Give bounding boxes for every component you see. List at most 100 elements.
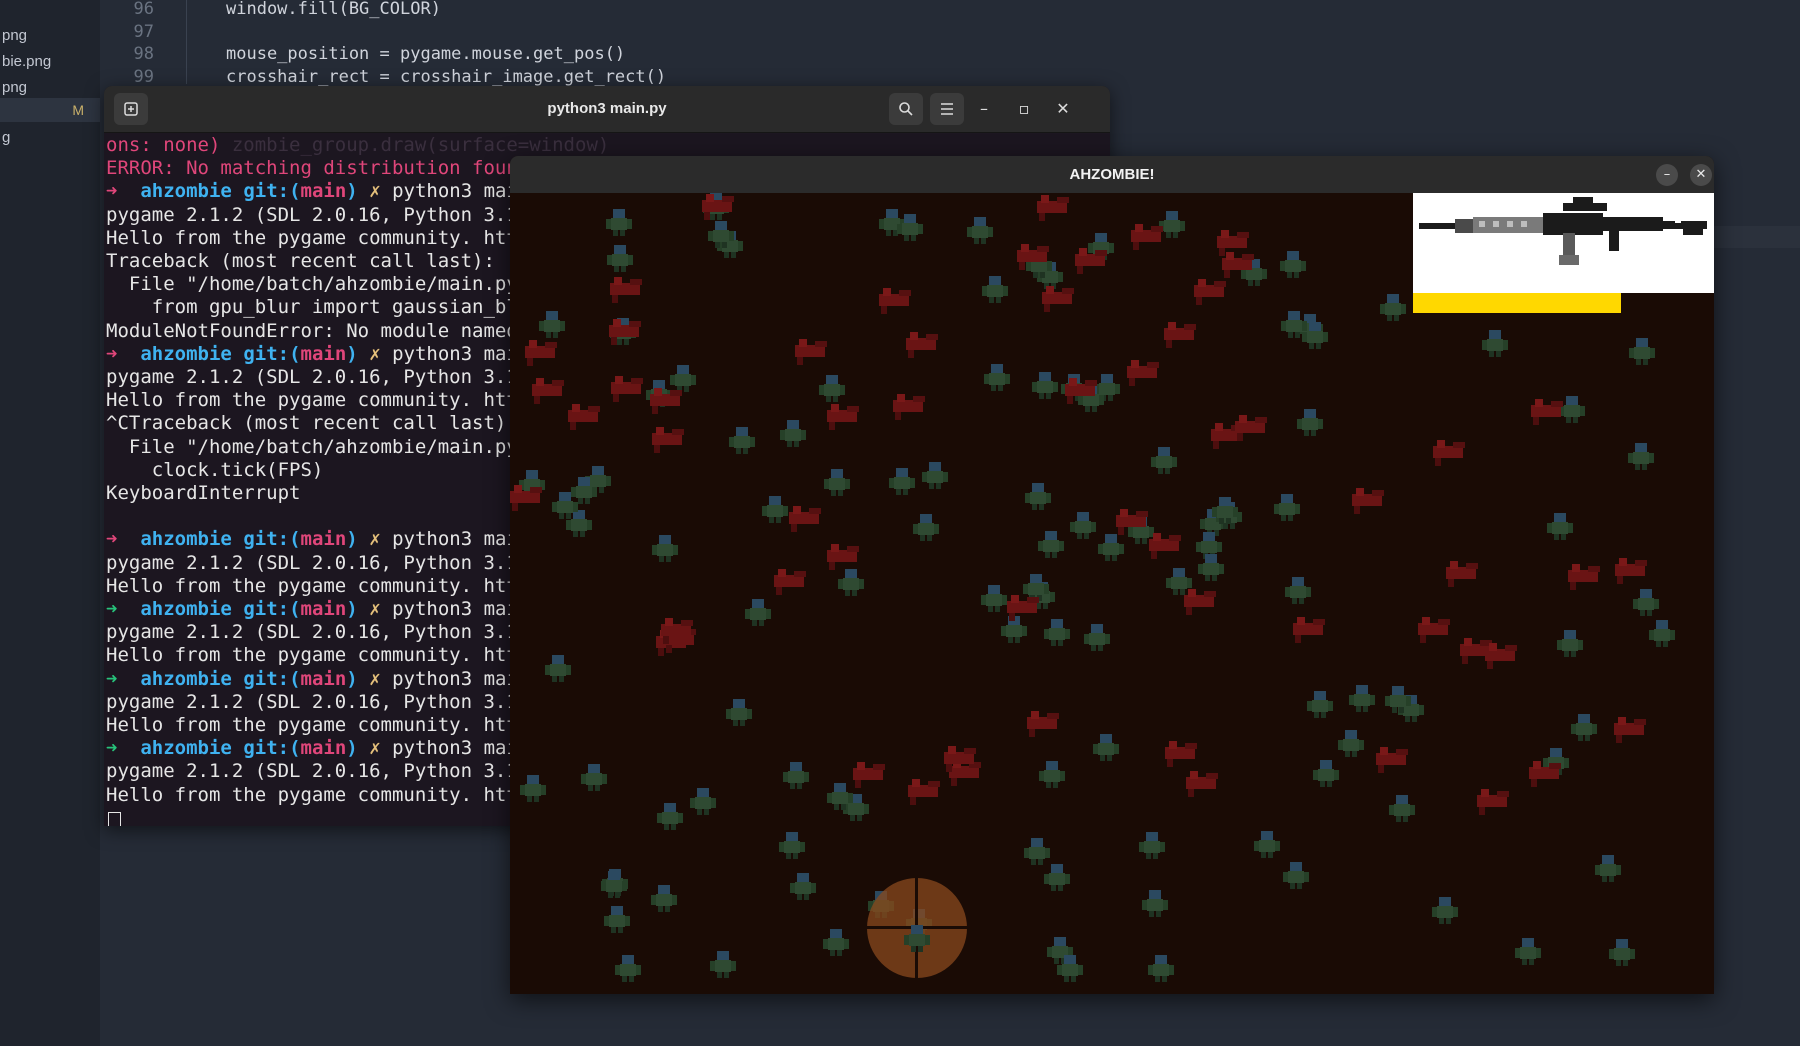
zombie-sprite (967, 217, 993, 244)
file-item[interactable]: bie.png (0, 50, 100, 74)
prompt-arrow: ➜ (106, 528, 118, 551)
file-item[interactable]: png (0, 76, 100, 100)
terminal-line-text: pygame 2.1.2 (SDL 2.0.16, Python 3.10 (106, 621, 530, 644)
file-item[interactable]: png (0, 24, 100, 48)
file-explorer-sidebar: png bie.png png Mg (0, 0, 100, 1046)
dead-zombie-sprite (525, 340, 557, 366)
prompt-arrow: ➜ (106, 342, 118, 365)
prompt-branch: main (300, 667, 347, 690)
zombie-sprite (670, 365, 696, 392)
zombie-sprite (581, 764, 607, 791)
zombie-sprite (1254, 831, 1280, 858)
zombie-sprite (652, 535, 678, 562)
prompt-directory: ahzombie (140, 598, 232, 620)
zombie-sprite (1039, 761, 1065, 788)
terminal-error-line: ons: none) zombie_group.draw(surface=win… (106, 134, 609, 157)
zombie-sprite (651, 885, 677, 912)
terminal-line-text: Hello from the pygame community. http (106, 574, 530, 597)
dead-zombie-sprite (1615, 558, 1647, 584)
prompt-git-close: ) (346, 342, 358, 365)
zombie-sprite (1283, 862, 1309, 889)
code-text: mouse_position = pygame.mouse.get_pos() (226, 44, 626, 64)
terminal-output-line: pygame 2.1.2 (SDL 2.0.16, Python 3.10 (106, 760, 529, 783)
search-button[interactable] (889, 93, 923, 125)
dead-zombie-sprite (1186, 771, 1218, 797)
file-item[interactable]: M (0, 98, 100, 122)
prompt-command: python3 main (392, 737, 530, 760)
zombie-sprite (897, 214, 923, 241)
zombie-sprite (838, 569, 864, 596)
terminal-prompt-line: ➜ ahzombie git:(main) ✗ python3 main (106, 737, 529, 760)
terminal-output-line: KeyboardInterrupt (106, 482, 300, 505)
zombie-sprite (1044, 864, 1070, 891)
terminal-line-text: File "/home/batch/ahzombie/main.py" (106, 273, 530, 296)
terminal-line-text: pygame 2.1.2 (SDL 2.0.16, Python 3.10 (106, 760, 530, 783)
dead-zombie-sprite (1446, 561, 1478, 587)
game-minimize-button[interactable]: – (1656, 164, 1678, 186)
minimize-button[interactable]: – (970, 95, 998, 123)
terminal-line-text: pygame 2.1.2 (SDL 2.0.16, Python 3.10 (106, 690, 530, 713)
terminal-line-text: pygame 2.1.2 (SDL 2.0.16, Python 3.10 (106, 203, 530, 226)
zombie-sprite (790, 873, 816, 900)
file-item[interactable]: g (0, 126, 100, 150)
terminal-output-line: pygame 2.1.2 (SDL 2.0.16, Python 3.10 (106, 691, 529, 714)
zombie-sprite (606, 209, 632, 236)
zombie-sprite (1389, 795, 1415, 822)
prompt-branch: main (300, 528, 347, 551)
dead-zombie-sprite (568, 404, 600, 430)
prompt-git-close: ) (346, 667, 358, 690)
zombie-sprite (1313, 760, 1339, 787)
terminal-output-line: clock.tick(FPS) (106, 458, 324, 482)
game-playfield[interactable] (510, 193, 1714, 994)
game-window[interactable]: AHZOMBIE! – ✕ (510, 156, 1714, 994)
dead-zombie-sprite (1293, 617, 1325, 643)
zombie-sprite (819, 375, 845, 402)
dead-zombie-sprite (1376, 747, 1408, 773)
zombie-sprite (1159, 211, 1185, 238)
terminal-prompt-line: ➜ ahzombie git:(main) ✗ python3 main (106, 528, 529, 551)
terminal-output-line: Hello from the pygame community. http (106, 227, 529, 250)
zombie-sprite (1571, 714, 1597, 741)
prompt-branch: main (300, 737, 347, 760)
game-close-button[interactable]: ✕ (1690, 164, 1712, 186)
weapon-hud (1413, 193, 1714, 313)
dead-zombie-sprite (1027, 711, 1059, 737)
prompt-git-label: git:( (243, 667, 301, 690)
git-modified-badge: M (72, 102, 84, 118)
terminal-line-text: ModuleNotFoundError: No module named (106, 319, 518, 342)
terminal-line-text: clock.tick(FPS) (106, 458, 324, 481)
close-button[interactable]: ✕ (1049, 95, 1077, 123)
prompt-command: python3 main (392, 667, 530, 690)
prompt-command: python3 main (392, 342, 530, 365)
zombie-sprite (1198, 554, 1224, 581)
close-icon: ✕ (1695, 167, 1707, 182)
prompt-directory: ahzombie (140, 342, 232, 365)
maximize-button[interactable]: ▫ (1010, 95, 1038, 123)
menu-button[interactable] (930, 93, 964, 125)
zombie-sprite (1093, 734, 1119, 761)
dead-zombie-sprite (795, 339, 827, 365)
zombie-sprite (1629, 338, 1655, 365)
prompt-dirty-mark: ✗ (369, 598, 381, 620)
dead-zombie-sprite (827, 404, 859, 430)
prompt-dirty-mark: ✗ (369, 180, 381, 203)
dead-zombie-sprite (1149, 533, 1181, 559)
zombie-sprite (1025, 483, 1051, 510)
zombie-sprite (1285, 577, 1311, 604)
prompt-command: python3 main (392, 528, 530, 551)
zombie-sprite (1280, 251, 1306, 278)
prompt-directory: ahzombie (140, 528, 232, 551)
dead-zombie-sprite (774, 569, 806, 595)
zombie-sprite (657, 803, 683, 830)
terminal-output-line: Traceback (most recent call last): (106, 250, 495, 273)
prompt-directory: ahzombie (140, 667, 232, 690)
terminal-output-line: Hello from the pygame community. http (106, 714, 529, 737)
dead-zombie-sprite (1418, 617, 1450, 643)
terminal-line-text: Traceback (most recent call last): (106, 250, 495, 272)
zombie-sprite (545, 655, 571, 682)
minimize-icon: – (1663, 167, 1671, 182)
reload-bar-fill (1413, 293, 1621, 313)
zombie-sprite (1628, 443, 1654, 470)
zombie-sprite (745, 599, 771, 626)
terminal-line-text: ERROR: No matching distribution found (106, 157, 530, 180)
